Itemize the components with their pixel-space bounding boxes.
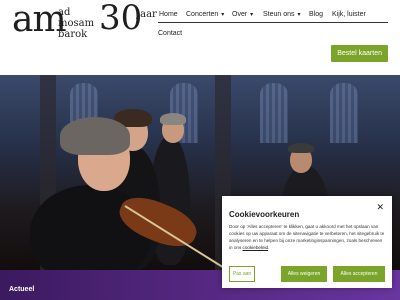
logo-anniversary-number: 30 (99, 0, 143, 38)
nav-item-steun-ons[interactable]: Steun ons ▾ (263, 8, 301, 22)
nav-item-label: Home (159, 11, 178, 18)
nav-item-contact[interactable]: Contact (158, 30, 182, 37)
cookie-title: Cookievoorkeuren (229, 210, 300, 219)
chevron-down-icon: ▾ (297, 12, 301, 18)
musician-hair (160, 113, 186, 125)
nav-item-label: Steun ons (263, 11, 295, 18)
nav-item-label: Concerten (186, 11, 219, 18)
logo-word-2: mosam (58, 18, 95, 29)
site-header: am ad mosam barok 30 jaar Home Concerten… (0, 0, 400, 75)
nav-divider (158, 22, 388, 23)
logo-words: ad mosam barok (58, 7, 94, 40)
nav-item-label: Blog (309, 11, 324, 18)
nav-item-home[interactable]: Home (159, 8, 178, 23)
customize-button[interactable]: Pas aan (229, 266, 255, 282)
nav-item-over[interactable]: Over ▾ (232, 8, 253, 22)
logo-word-3: barok (58, 29, 88, 40)
chevron-down-icon: ▾ (250, 12, 254, 18)
church-window (260, 83, 288, 143)
chevron-down-icon: ▾ (221, 12, 225, 18)
accept-all-button[interactable]: Alles accepteren (333, 266, 385, 282)
buy-tickets-button[interactable]: Bestel kaarten (331, 45, 388, 62)
logo-anniversary-word: jaar (137, 9, 157, 20)
logo[interactable]: am ad mosam barok 30 jaar (12, 0, 157, 44)
nav-item-label: Over (232, 11, 248, 18)
logo-word-1: ad (58, 7, 71, 18)
nav-item-kijk-luister[interactable]: Kijk, luister (332, 8, 366, 22)
carousel-dots (190, 262, 208, 270)
musician-hair (288, 143, 314, 153)
nav-item-concerten[interactable]: Concerten ▾ (186, 8, 224, 22)
news-heading: Actueel (9, 286, 35, 293)
musician-hair (60, 117, 130, 155)
cookie-dialog: Cookievoorkeuren ✕ Door op 'Alles accept… (222, 196, 392, 288)
nav-item-label: Kijk, luister (332, 11, 366, 18)
cookie-policy-link[interactable]: cookiebeleid (243, 245, 269, 250)
church-window (330, 83, 358, 143)
reject-all-button[interactable]: Alles weigeren (281, 266, 327, 282)
nav-item-blog[interactable]: Blog (309, 8, 323, 22)
cookie-body: Door op 'Alles accepteren' te klikken, g… (229, 224, 385, 250)
close-icon[interactable]: ✕ (376, 202, 384, 212)
